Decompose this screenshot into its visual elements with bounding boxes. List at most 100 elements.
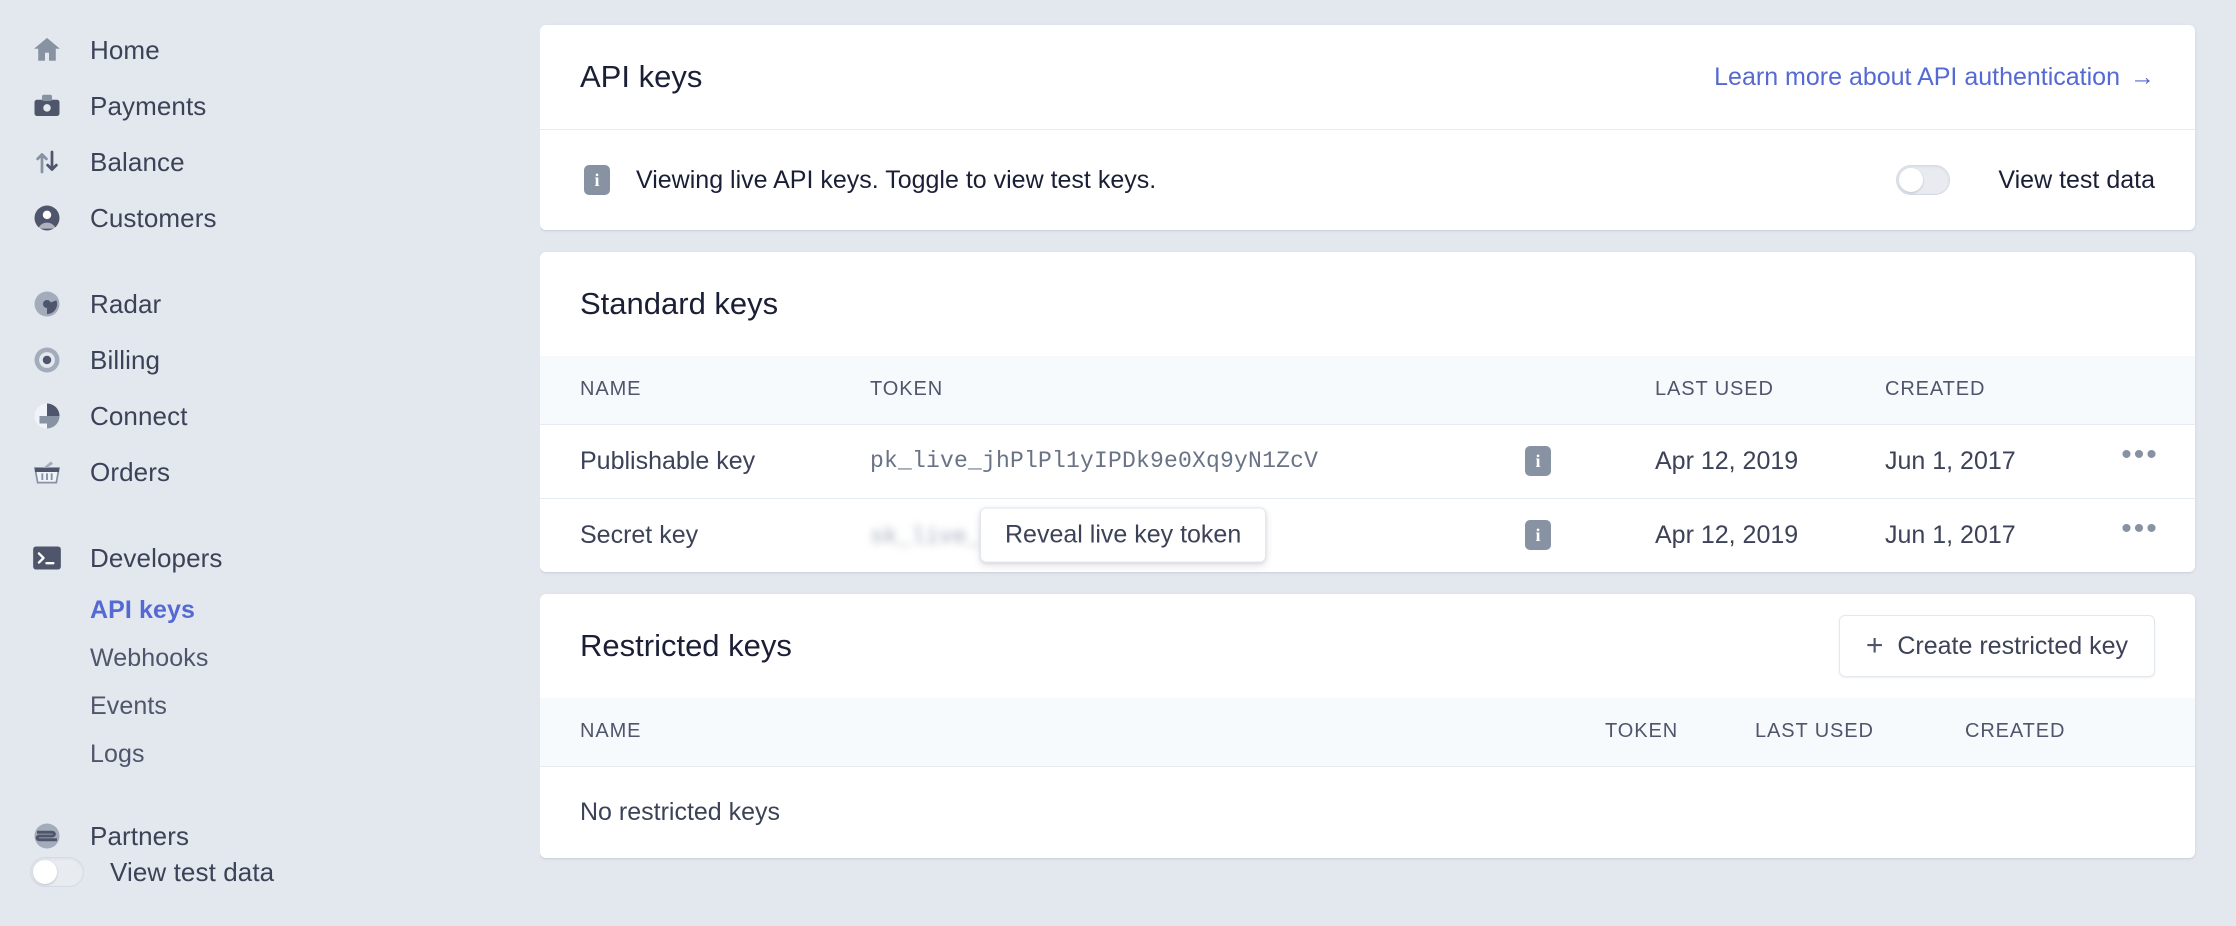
sidebar-item-payments[interactable]: Payments bbox=[0, 78, 540, 134]
banner-text: Viewing live API keys. Toggle to view te… bbox=[636, 165, 1157, 194]
sidebar-subitem-label: API keys bbox=[90, 595, 196, 624]
key-name: Publishable key bbox=[540, 423, 870, 498]
learn-more-link[interactable]: Learn more about API authentication → bbox=[1714, 63, 2155, 92]
column-header-last-used: LAST USED bbox=[1755, 720, 1874, 743]
restricted-keys-header: Restricted keys + Create restricted key bbox=[540, 594, 2195, 698]
radar-icon bbox=[30, 287, 64, 321]
table-row[interactable]: Publishable key pk_live_jhPlPl1yIPDk9e0X… bbox=[540, 423, 2195, 498]
billing-icon bbox=[30, 343, 64, 377]
table-head: NAME TOKEN LAST USED CREATED bbox=[540, 356, 2195, 424]
table-body: No restricted keys bbox=[540, 765, 2195, 858]
sidebar-item-customers[interactable]: Customers bbox=[0, 190, 540, 246]
payments-icon bbox=[30, 89, 64, 123]
standard-keys-header: Standard keys bbox=[540, 252, 2195, 356]
key-created: Jun 1, 2017 bbox=[1885, 497, 2085, 572]
sidebar-subitem-label: Logs bbox=[90, 739, 145, 768]
column-header-created: CREATED bbox=[1885, 378, 1986, 401]
sidebar-item-billing[interactable]: Billing bbox=[0, 332, 540, 388]
customers-icon bbox=[30, 201, 64, 235]
sidebar-item-label: Balance bbox=[90, 146, 185, 177]
standard-keys-card: Standard keys NAME TOKEN LAST USED CREAT… bbox=[540, 252, 2195, 572]
empty-state-row: No restricted keys bbox=[540, 765, 2195, 858]
info-icon: i bbox=[584, 165, 610, 195]
sidebar-subitem-label: Events bbox=[90, 691, 168, 720]
column-header-token: TOKEN bbox=[870, 378, 944, 401]
restricted-keys-table: NAME TOKEN LAST USED CREATED No restrict… bbox=[540, 698, 2195, 858]
sidebar-item-home[interactable]: Home bbox=[0, 22, 540, 78]
sidebar-group-developers: Developers API keys Webhooks Events Logs bbox=[0, 530, 540, 778]
table-header-row: NAME TOKEN LAST USED CREATED bbox=[540, 356, 2195, 424]
api-keys-header-card: API keys Learn more about API authentica… bbox=[540, 25, 2195, 230]
main-content: API keys Learn more about API authentica… bbox=[540, 0, 2236, 926]
toggle-switch[interactable] bbox=[30, 857, 84, 887]
row-overflow-menu-button[interactable]: ••• bbox=[2121, 514, 2159, 556]
sidebar-item-developers[interactable]: Developers bbox=[0, 530, 540, 586]
page-title: API keys bbox=[580, 59, 703, 94]
toggle-switch[interactable] bbox=[1896, 165, 1951, 195]
sidebar-item-logs[interactable]: Logs bbox=[0, 730, 540, 778]
column-header-token: TOKEN bbox=[1605, 720, 1679, 743]
sidebar-item-events[interactable]: Events bbox=[0, 682, 540, 730]
key-info-cell: i bbox=[1525, 423, 1655, 498]
key-created: Jun 1, 2017 bbox=[1885, 423, 2085, 498]
sidebar-toggle-label: View test data bbox=[110, 856, 275, 887]
restricted-keys-card: Restricted keys + Create restricted key … bbox=[540, 594, 2195, 858]
balance-icon bbox=[30, 145, 64, 179]
section-title: Standard keys bbox=[580, 286, 779, 321]
sidebar-item-orders[interactable]: Orders bbox=[0, 444, 540, 500]
table-head: NAME TOKEN LAST USED CREATED bbox=[540, 698, 2195, 766]
plus-icon: + bbox=[1865, 629, 1884, 662]
terminal-icon bbox=[30, 541, 64, 575]
banner-toggle-label: View test data bbox=[1998, 165, 2155, 194]
card-header: API keys Learn more about API authentica… bbox=[540, 25, 2195, 129]
sidebar-item-label: Orders bbox=[90, 456, 171, 487]
column-header-spacer bbox=[1525, 356, 1655, 424]
live-mode-banner: i Viewing live API keys. Toggle to view … bbox=[540, 130, 2195, 230]
sidebar-subitem-label: Webhooks bbox=[90, 643, 209, 672]
create-restricted-key-label: Create restricted key bbox=[1897, 631, 2128, 660]
sidebar-item-radar[interactable]: Radar bbox=[0, 276, 540, 332]
section-title: Restricted keys bbox=[580, 628, 792, 663]
key-last-used: Apr 12, 2019 bbox=[1655, 423, 1885, 498]
sidebar-item-connect[interactable]: Connect bbox=[0, 388, 540, 444]
sidebar-group-primary: Home Payments Balance Customers bbox=[0, 22, 540, 246]
sidebar-item-balance[interactable]: Balance bbox=[0, 134, 540, 190]
info-icon[interactable]: i bbox=[1525, 446, 1551, 476]
key-token[interactable]: pk_live_jhPlPl1yIPDk9e0Xq9yN1ZcV bbox=[870, 423, 1525, 498]
sidebar-item-label: Connect bbox=[90, 400, 188, 431]
column-header-last-used: LAST USED bbox=[1655, 378, 1774, 401]
empty-state-text: No restricted keys bbox=[540, 765, 2195, 858]
row-overflow-menu-button[interactable]: ••• bbox=[2121, 440, 2159, 482]
sidebar-item-api-keys[interactable]: API keys bbox=[0, 586, 540, 634]
table-body: Publishable key pk_live_jhPlPl1yIPDk9e0X… bbox=[540, 423, 2195, 572]
learn-more-label: Learn more about API authentication bbox=[1714, 62, 2120, 91]
column-header-name: NAME bbox=[580, 720, 642, 743]
banner-test-data-toggle[interactable]: View test data bbox=[1896, 165, 2155, 195]
sidebar-view-test-data-toggle[interactable]: View test data bbox=[0, 844, 274, 900]
sidebar-item-label: Payments bbox=[90, 90, 207, 121]
column-header-created: CREATED bbox=[1965, 720, 2066, 743]
column-header-name: NAME bbox=[580, 378, 642, 401]
banner-left: i Viewing live API keys. Toggle to view … bbox=[584, 165, 1156, 195]
connect-icon bbox=[30, 399, 64, 433]
toggle-knob bbox=[1899, 168, 1924, 192]
sidebar-item-label: Developers bbox=[90, 542, 223, 573]
column-header-actions bbox=[2085, 356, 2195, 424]
standard-keys-table: NAME TOKEN LAST USED CREATED Publishable… bbox=[540, 356, 2195, 572]
sidebar-group-products: Radar Billing Connect Orders bbox=[0, 276, 540, 500]
key-info-cell: i bbox=[1525, 497, 1655, 572]
sidebar-item-label: Customers bbox=[90, 202, 217, 233]
key-actions-cell: ••• bbox=[2085, 497, 2195, 572]
key-token-hidden-cell[interactable]: sk_live_•••••••••••••••• Reveal live key… bbox=[870, 497, 1525, 572]
reveal-live-key-token-button[interactable]: Reveal live key token bbox=[980, 507, 1267, 563]
table-row[interactable]: Secret key sk_live_•••••••••••••••• Reve… bbox=[540, 497, 2195, 572]
table-header-row: NAME TOKEN LAST USED CREATED bbox=[540, 698, 2195, 766]
home-icon bbox=[30, 33, 64, 67]
orders-icon bbox=[30, 455, 64, 489]
sidebar-item-webhooks[interactable]: Webhooks bbox=[0, 634, 540, 682]
sidebar-item-label: Billing bbox=[90, 344, 161, 375]
info-icon[interactable]: i bbox=[1525, 520, 1551, 551]
create-restricted-key-button[interactable]: + Create restricted key bbox=[1838, 615, 2155, 677]
